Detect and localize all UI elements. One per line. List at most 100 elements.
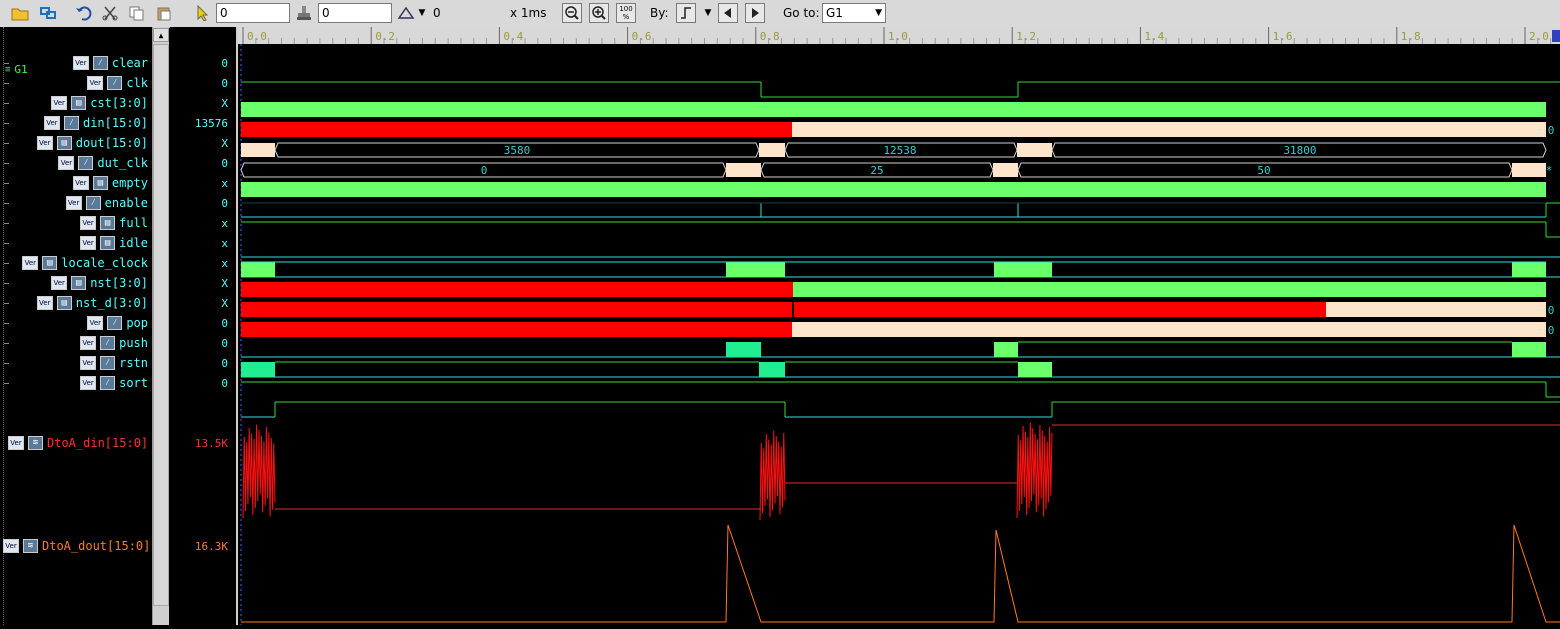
zoom-in-icon[interactable] [589, 3, 609, 23]
signal-row-dout150[interactable]: Ver ▤ dout[15:0] [36, 135, 148, 151]
scroll-up-icon[interactable]: ▲ [153, 28, 169, 42]
tree-branch [4, 303, 9, 304]
signal-value: 0 [221, 356, 228, 370]
pop-burst [994, 342, 1018, 357]
edge-dropdown-icon[interactable]: ▼ [702, 3, 714, 23]
signal-value: X [221, 96, 228, 110]
signal-row-nst_d30[interactable]: Ver ▤ nst_d[3:0] [36, 295, 148, 311]
goto-select[interactable]: G1 ▼ [822, 3, 886, 23]
vertical-scrollbar[interactable]: ▲ [152, 27, 169, 625]
verilog-badge-icon: Ver [51, 276, 68, 290]
signal-value: x [221, 216, 228, 230]
nst-unknown [794, 302, 1326, 317]
wave-icon: ⁄ [100, 356, 116, 370]
goto-label: Go to: [783, 6, 820, 20]
tree-branch [4, 83, 9, 84]
analog-signal-name: DtoA_din[15:0] [47, 436, 149, 450]
signal-row-din150[interactable]: Ver ⁄ din[15:0] [43, 115, 148, 131]
copy-icon[interactable] [127, 3, 147, 23]
reload-icon[interactable] [38, 3, 58, 23]
delta-time-input[interactable]: 0 [318, 3, 392, 23]
tree-line [3, 27, 5, 625]
zoom-out-icon[interactable] [562, 3, 582, 23]
signal-row-locale_clock[interactable]: Ver ▤ locale_clock [22, 255, 148, 271]
net-icon: ▤ [92, 176, 108, 190]
stamp-icon[interactable] [294, 3, 314, 23]
nst-end-label: 0 [1548, 304, 1555, 317]
din-analog-burst [1016, 422, 1053, 519]
zoom-fit-button[interactable]: 100 % [616, 3, 636, 23]
undo-icon[interactable] [74, 3, 94, 23]
signal-row-enable[interactable]: Ver ⁄ enable [65, 195, 148, 211]
net-icon: ▤ [42, 256, 58, 270]
signal-row-pop[interactable]: Ver ⁄ pop [87, 315, 148, 331]
tree-branch [4, 243, 9, 244]
verilog-badge-icon: Ver [36, 136, 53, 150]
wave-icon: ⁄ [100, 336, 116, 350]
signal-row-dut_clk[interactable]: Ver ⁄ dut_clk [58, 155, 148, 171]
signal-value: 0 [221, 316, 228, 330]
group-g1[interactable]: ≡ G1 [5, 63, 28, 76]
next-edge-icon[interactable] [745, 3, 765, 23]
din-value-label: 3580 [504, 144, 531, 157]
signal-row-full[interactable]: Ver ▤ full [80, 215, 148, 231]
signal-row-nst30[interactable]: Ver ▤ nst[3:0] [51, 275, 148, 291]
cst-end-label: 0 [1548, 124, 1555, 137]
verilog-badge-icon: Ver [51, 96, 68, 110]
tree-branch [4, 323, 9, 324]
time-unit-label: x 1ms [510, 6, 547, 20]
tree-branch [4, 223, 9, 224]
signal-name: nst[3:0] [90, 276, 148, 290]
signal-name: dut_clk [97, 156, 148, 170]
signal-value: 0 [221, 156, 228, 170]
ruler-tick-label: 1.4 [1144, 30, 1164, 43]
nst-unknown [241, 302, 792, 317]
cut-icon[interactable] [100, 3, 120, 23]
signal-row-push[interactable]: Ver ⁄ push [80, 335, 148, 351]
nst-fill [1326, 302, 1546, 317]
verilog-badge-icon: Ver [80, 376, 97, 390]
scrollbar-thumb[interactable] [153, 44, 169, 606]
chevron-down-icon: ▼ [875, 8, 882, 18]
signal-row-sort[interactable]: Ver ⁄ sort [80, 375, 148, 391]
paste-icon[interactable] [154, 3, 174, 23]
verilog-badge-icon: Ver [80, 236, 97, 250]
analog-row-0[interactable]: Ver ≋ DtoA_din[15:0] [8, 435, 148, 451]
signal-name: dout[15:0] [75, 136, 148, 150]
signal-row-empty[interactable]: Ver ▤ empty [72, 175, 148, 191]
tree-branch [4, 343, 9, 344]
signal-row-clk[interactable]: Ver ⁄ clk [87, 75, 148, 91]
pop-burst [726, 342, 761, 357]
waveform-viewer[interactable]: 0.0 0.2 0.4 0.6 0.8 1.0 1.2 1.4 1.6 1.8 2.0 0 3580 12… [238, 27, 1560, 625]
wave-icon: ⁄ [63, 116, 79, 130]
analog-signal-name: DtoA_dout[15:0] [42, 539, 151, 553]
ruler-tick-label: 2.0 [1529, 30, 1549, 43]
signal-row-cst30[interactable]: Ver ▤ cst[3:0] [51, 95, 148, 111]
pointer-icon[interactable] [192, 3, 212, 23]
signal-row-rstn[interactable]: Ver ⁄ rstn [80, 355, 148, 371]
open-folder-icon[interactable] [10, 3, 30, 23]
wave-icon: ⁄ [85, 196, 101, 210]
ruler-tick-label: 0.0 [247, 30, 267, 43]
signal-value: 13576 [194, 116, 228, 130]
signal-row-clear[interactable]: Ver ⁄ clear [72, 55, 148, 71]
signal-name: nst_d[3:0] [75, 296, 148, 310]
goto-select-value: G1 [826, 6, 843, 20]
net-icon: ▤ [71, 96, 87, 110]
verilog-badge-icon: Ver [87, 316, 104, 330]
signal-value: 0 [221, 56, 228, 70]
signal-name: din[15:0] [82, 116, 148, 130]
push-burst [241, 362, 275, 377]
tree-branch [4, 103, 9, 104]
signal-value: x [221, 236, 228, 250]
cursor-time-input[interactable]: 0 [216, 3, 290, 23]
signal-row-idle[interactable]: Ver ▤ idle [80, 235, 148, 251]
group-collapse-icon[interactable]: ≡ [5, 65, 10, 75]
analog-row-1[interactable]: Ver ≋ DtoA_dout[15:0] [3, 538, 150, 554]
din-transition [241, 143, 275, 157]
prev-edge-icon[interactable] [718, 3, 738, 23]
verilog-badge-icon: Ver [80, 216, 97, 230]
edge-search-icon[interactable] [676, 3, 696, 23]
tree-branch [4, 163, 9, 164]
delta-dropdown-icon[interactable]: ▼ [416, 3, 428, 23]
